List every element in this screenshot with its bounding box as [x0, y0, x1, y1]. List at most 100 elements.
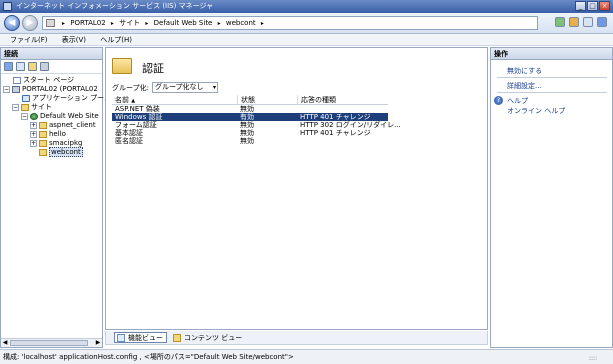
tree-label: webcont: [49, 147, 83, 157]
actions-pane: 操作 無効にする 詳細設定... ? ヘルプ オンライン ヘルプ: [490, 47, 613, 348]
window-title: インターネット インフォメーション サービス (IIS) マネージャ: [16, 2, 214, 10]
tree-item-hello[interactable]: + hello: [30, 130, 66, 139]
save-icon[interactable]: [16, 62, 25, 71]
group-by-label: グループ化:: [112, 83, 149, 92]
tree-label: smacipkg: [49, 139, 83, 147]
menu-help[interactable]: ヘルプ(H): [100, 36, 132, 44]
tree-item-webcont[interactable]: webcont: [39, 147, 83, 157]
breadcrumb-default-web-site[interactable]: Default Web Site: [154, 19, 213, 27]
disconnect-icon[interactable]: [40, 62, 49, 71]
cell-name: フォーム認証: [115, 121, 157, 129]
tree-item-default-web-site[interactable]: − Default Web Site: [21, 112, 99, 121]
minimize-button[interactable]: _: [575, 1, 586, 11]
table-row[interactable]: 匿名認証 無効: [112, 137, 388, 145]
column-header-status[interactable]: 状態: [237, 95, 297, 105]
maximize-button[interactable]: □: [587, 1, 598, 11]
breadcrumb-end[interactable]: ▸: [261, 20, 264, 27]
back-button[interactable]: ◀: [4, 15, 20, 31]
cell-name: 匿名認証: [115, 137, 143, 145]
cell-status: 無効: [240, 137, 254, 145]
scroll-right-icon[interactable]: ▶: [94, 339, 102, 347]
online-help-link[interactable]: オンライン ヘルプ: [507, 106, 565, 116]
menu-file[interactable]: ファイル(F): [10, 36, 48, 44]
tree-item-start-page[interactable]: スタート ページ: [13, 76, 74, 85]
feature-pane: 認証 グループ化: グループ化なし ▾ 名前 ▲ 状態 応答の種類 ASP.NE…: [105, 47, 488, 330]
breadcrumb-separator: ▸: [145, 20, 149, 27]
breadcrumb-portal02[interactable]: PORTAL02: [70, 19, 105, 27]
breadcrumb-separator: ▸: [62, 20, 66, 27]
tree-label: アプリケーション プール: [32, 94, 112, 102]
sort-ascending-icon: ▲: [131, 98, 136, 104]
group-by-bar: グループ化: グループ化なし ▾: [112, 82, 218, 93]
start-page-icon: [13, 76, 21, 84]
horizontal-scrollbar[interactable]: ◀ ▶: [1, 338, 102, 347]
breadcrumb-sites[interactable]: サイト: [119, 19, 140, 27]
table-row[interactable]: Windows 認証 有効 HTTP 401 チャレンジ: [112, 113, 388, 121]
tree-item-aspnet-client[interactable]: + aspnet_client: [30, 121, 96, 130]
cell-name: Windows 認証: [115, 113, 163, 121]
content-view-icon: [173, 334, 181, 342]
column-name-label: 名前: [115, 96, 129, 104]
connections-toolbar: [1, 60, 102, 74]
chevron-down-icon: ▾: [212, 84, 216, 91]
cell-name: 基本認証: [115, 129, 143, 137]
status-bar: 構成: 'localhost' applicationHost.config ,…: [0, 349, 613, 364]
title-bar: インターネット インフォメーション サービス (IIS) マネージャ _ □ ×: [0, 0, 613, 13]
connections-pane: 接続 スタート ページ − PORTAL02 (PORTAL02 アプリケーション…: [0, 47, 111, 348]
tree-label: スタート ページ: [23, 76, 75, 84]
resize-grip-icon[interactable]: ::::: [589, 352, 611, 362]
breadcrumb-webcont[interactable]: webcont: [226, 19, 256, 27]
help-icon: ?: [494, 96, 503, 105]
folder-icon: [39, 130, 47, 138]
group-by-value: グループ化なし: [154, 83, 204, 91]
breadcrumb-separator: ▸: [217, 20, 221, 27]
breadcrumb-separator: ▸: [110, 20, 114, 27]
folder-icon: [39, 148, 47, 156]
forward-button[interactable]: ▶: [22, 15, 38, 31]
tree-item-sites[interactable]: − サイト: [12, 103, 52, 112]
tree-label: サイト: [31, 103, 52, 111]
up-folder-icon[interactable]: [28, 62, 37, 71]
table-row[interactable]: 基本認証 無効 HTTP 401 チャレンジ: [112, 129, 388, 137]
close-button[interactable]: ×: [599, 1, 610, 11]
tab-content-view[interactable]: コンテンツ ビュー: [170, 332, 246, 343]
tab-features-view[interactable]: 機能ビュー: [114, 332, 167, 343]
group-by-select[interactable]: グループ化なし ▾: [151, 82, 218, 93]
collapse-icon[interactable]: −: [12, 103, 19, 111]
collapse-icon[interactable]: −: [3, 85, 10, 93]
address-bar[interactable]: ▸ PORTAL02 ▸ サイト ▸ Default Web Site ▸ we…: [42, 16, 538, 30]
authentication-table: 名前 ▲ 状態 応答の種類 ASP.NET 偽装 無効 Windows 認証 有…: [112, 95, 401, 145]
table-row[interactable]: フォーム認証 無効 HTTP 302 ログイン/リダイレ...: [112, 121, 401, 129]
expand-icon[interactable]: +: [30, 130, 37, 138]
cell-status: 無効: [240, 121, 254, 129]
connect-icon[interactable]: [4, 62, 13, 71]
disable-link[interactable]: 無効にする: [507, 66, 542, 76]
home-icon[interactable]: [583, 17, 593, 27]
table-row[interactable]: ASP.NET 偽装 無効: [112, 105, 388, 113]
tree-item-app-pools[interactable]: アプリケーション プール: [22, 94, 111, 103]
stop-icon[interactable]: [569, 17, 579, 27]
column-header-name[interactable]: 名前 ▲: [112, 95, 232, 105]
features-view-icon: [117, 334, 125, 342]
collapse-icon[interactable]: −: [21, 112, 28, 120]
connections-tree: スタート ページ − PORTAL02 (PORTAL02 アプリケーション プー…: [1, 74, 111, 157]
scroll-left-icon[interactable]: ◀: [1, 339, 9, 347]
help-icon[interactable]: [597, 17, 607, 27]
advanced-settings-link[interactable]: 詳細設定...: [507, 81, 542, 91]
cell-status: 無効: [240, 105, 254, 113]
menu-view[interactable]: 表示(V): [62, 36, 86, 44]
tree-item-server[interactable]: − PORTAL02 (PORTAL02: [3, 85, 98, 94]
help-link[interactable]: ヘルプ: [507, 96, 528, 106]
tree-label: aspnet_client: [49, 121, 96, 129]
window-controls: _ □ ×: [575, 1, 610, 11]
iis-app-icon: [3, 2, 12, 11]
refresh-icon[interactable]: [555, 17, 565, 27]
expand-icon[interactable]: +: [30, 121, 37, 129]
column-header-response[interactable]: 応答の種類: [297, 95, 388, 105]
scrollbar-thumb[interactable]: [10, 340, 88, 346]
connections-header: 接続: [1, 48, 102, 60]
actions-divider: [497, 92, 607, 93]
computer-icon: [46, 19, 55, 27]
expand-icon[interactable]: +: [30, 139, 37, 147]
view-tabs: 機能ビュー コンテンツ ビュー: [105, 331, 488, 345]
